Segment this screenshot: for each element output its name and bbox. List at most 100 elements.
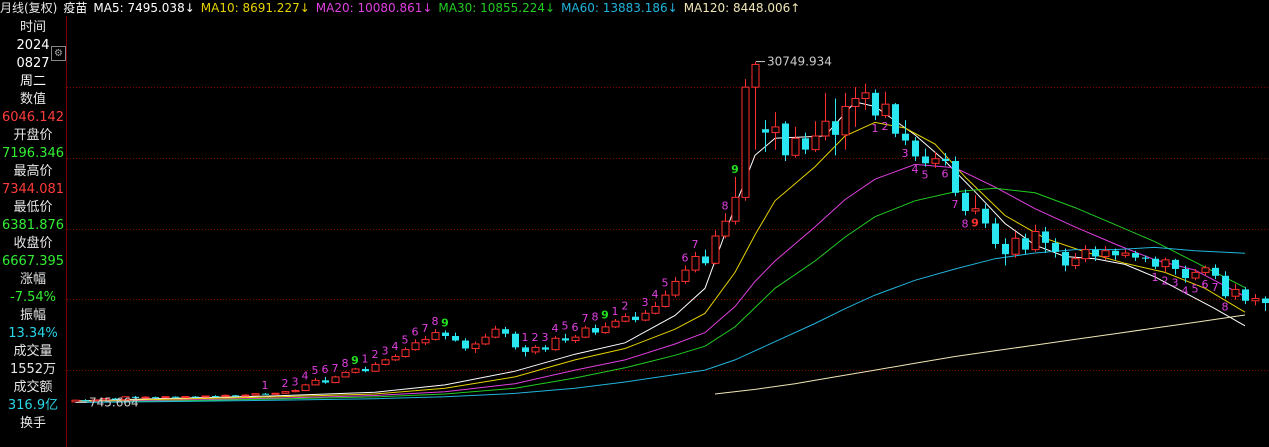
candle bbox=[431, 329, 440, 341]
candle-body bbox=[1121, 252, 1130, 256]
ma120-line bbox=[714, 314, 1246, 395]
candle bbox=[691, 251, 700, 273]
td-label: 9 bbox=[971, 216, 979, 229]
td-label: 4 bbox=[552, 322, 559, 335]
volume-value: 1552万 bbox=[9, 362, 57, 377]
candle-body bbox=[702, 256, 709, 264]
td-label: 2 bbox=[1162, 274, 1169, 287]
candle-body bbox=[581, 327, 590, 338]
candle-body bbox=[1101, 250, 1110, 257]
td-label: 9 bbox=[731, 163, 739, 176]
td-label: 2 bbox=[282, 377, 289, 390]
candle-body bbox=[481, 336, 490, 345]
candle bbox=[1222, 271, 1229, 299]
candle bbox=[952, 156, 959, 197]
candle bbox=[721, 213, 730, 239]
candle bbox=[401, 347, 410, 358]
ma20-readout: MA20: 10080.861↓ bbox=[315, 1, 433, 15]
candle-body bbox=[152, 397, 159, 399]
candle bbox=[1152, 256, 1159, 269]
candle-body bbox=[401, 349, 410, 357]
candle bbox=[872, 89, 879, 121]
candle bbox=[1161, 257, 1170, 273]
candle bbox=[861, 83, 870, 110]
candle-body bbox=[212, 396, 219, 397]
candle bbox=[452, 332, 459, 342]
candle bbox=[962, 189, 969, 216]
candle bbox=[731, 176, 740, 225]
low-value: 6381.876 bbox=[1, 218, 65, 233]
td-label: 7 bbox=[582, 312, 589, 325]
candle-body bbox=[442, 332, 449, 336]
candle bbox=[992, 217, 999, 249]
candle bbox=[161, 396, 170, 399]
period-label[interactable]: 月线(复权) bbox=[0, 1, 57, 15]
candle bbox=[621, 313, 630, 323]
td-label: 8 bbox=[722, 199, 729, 212]
candle-body bbox=[1212, 267, 1219, 276]
candle-body bbox=[1172, 259, 1179, 269]
td-label: 9 bbox=[351, 354, 359, 367]
candle bbox=[912, 137, 919, 161]
change-value: -7.54% bbox=[10, 290, 56, 305]
td-label: 5 bbox=[312, 364, 319, 377]
candle-body bbox=[172, 396, 179, 398]
candle-body bbox=[1052, 242, 1059, 252]
td-label: 6 bbox=[412, 325, 419, 338]
kline-chart[interactable]: 1 2 3 4 5 6 7 8 9 1 2 3 456 78 91 2 34 5 67 8 9 1 2 34567891 234… bbox=[67, 16, 1269, 441]
candle bbox=[311, 378, 320, 386]
td-label: 5 bbox=[922, 169, 929, 182]
td-label: 8 bbox=[432, 315, 439, 328]
td-label: 6 bbox=[1202, 278, 1209, 291]
candle-body bbox=[872, 92, 879, 116]
candle bbox=[782, 121, 789, 161]
candle bbox=[271, 392, 280, 395]
turnover-rate-label: 换手 bbox=[19, 416, 46, 431]
candle bbox=[212, 395, 219, 397]
candle bbox=[1112, 248, 1119, 260]
candle bbox=[391, 354, 400, 361]
candle-body bbox=[341, 371, 350, 378]
td-label: 2 bbox=[882, 120, 889, 133]
candle-body bbox=[1112, 250, 1119, 256]
high-annotation: 30749.934 bbox=[767, 55, 832, 69]
candle-body bbox=[711, 235, 720, 264]
candle-body bbox=[621, 316, 630, 322]
candle-body bbox=[82, 400, 89, 402]
candle-body bbox=[671, 280, 680, 296]
td-label: 1 bbox=[522, 331, 529, 344]
candle bbox=[821, 92, 830, 141]
amplitude-label: 振幅 bbox=[19, 308, 46, 323]
candle bbox=[1031, 224, 1040, 252]
moving-average-lines bbox=[74, 101, 1246, 403]
candle bbox=[971, 195, 980, 215]
candle bbox=[841, 92, 850, 150]
candle-body bbox=[192, 396, 199, 398]
candle bbox=[1062, 248, 1069, 272]
close-value: 6667.395 bbox=[1, 254, 65, 269]
td-label: 6 bbox=[682, 252, 689, 265]
candle-body bbox=[651, 305, 660, 314]
candle bbox=[141, 396, 150, 399]
candle-body bbox=[1161, 259, 1170, 268]
candle-body bbox=[992, 223, 999, 244]
td-label: 4 bbox=[1182, 285, 1189, 298]
candle bbox=[551, 336, 560, 351]
candle-body bbox=[592, 328, 599, 333]
candle bbox=[192, 396, 199, 398]
candle-body bbox=[71, 399, 80, 403]
candle-body bbox=[1182, 268, 1189, 279]
candle-body bbox=[1251, 298, 1260, 302]
candle-body bbox=[362, 368, 369, 372]
candle-body bbox=[491, 328, 500, 338]
td-label: 3 bbox=[292, 375, 299, 388]
candle-body bbox=[431, 332, 440, 340]
candle-body bbox=[1242, 289, 1249, 301]
td-label: 8 bbox=[342, 357, 349, 370]
candle bbox=[1231, 283, 1240, 300]
td-label: 3 bbox=[1172, 277, 1179, 290]
td-label: 1 bbox=[362, 353, 369, 366]
td-label: 4 bbox=[912, 163, 919, 176]
candle-body bbox=[371, 363, 380, 372]
candle bbox=[771, 112, 780, 150]
